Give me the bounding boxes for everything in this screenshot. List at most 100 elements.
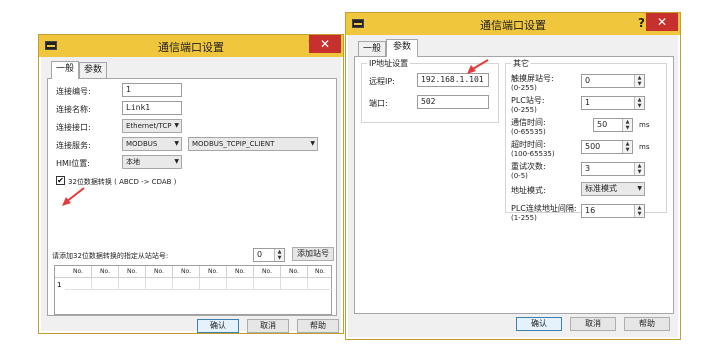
retries-range: (0-5) [511,172,528,180]
grid-cell[interactable] [227,278,254,290]
chevron-down-icon: ▼ [174,140,179,147]
timeout-label: 超时时间: (100-65535) [511,139,555,159]
comm-time-label: 通信时间: (0-65535) [511,117,546,137]
hmi-pos-select[interactable]: 本地 ▼ [122,155,182,169]
plc-interval-label: PLC连续地址间隔: (1-255) [511,203,577,223]
conn-name-field[interactable]: Link1 [122,101,182,115]
grid-cell[interactable] [173,278,200,290]
grid-cell[interactable] [92,278,119,290]
grid-cell[interactable] [200,278,227,290]
close-button[interactable]: ✕ [309,35,341,53]
spin-arrows-icon[interactable]: ▲ ▼ [622,141,632,153]
titlebar[interactable]: 通信端口设置 ? ✕ [39,35,343,57]
station-stepper[interactable]: 0 ▲ ▼ [253,248,285,262]
station-label: 请添加32位数据转换的指定从站站号: [52,252,169,260]
station-grid: No. No. No. No. No. No. No. No. No. No. … [54,265,332,315]
touch-station-text: 触摸屏站号: [511,74,554,83]
touch-station-label: 触摸屏站号: (0-255) [511,73,554,93]
tab-general[interactable]: 一般 [51,61,79,79]
tab-params[interactable]: 参数 [79,62,107,78]
ok-button[interactable]: 确认 [516,317,562,331]
plc-station-label: PLC站号: (0-255) [511,95,545,115]
grid-col-header: No. [146,266,173,278]
dialog-params: 通信端口设置 ? ✕ 一般 参数 IP地址设置 远程IP: 192.168.1.… [345,12,681,340]
plc-interval-range: (1-255) [511,214,537,222]
grid-cell[interactable] [254,278,281,290]
conn-no-field[interactable]: 1 [122,83,182,97]
conn-port-select[interactable]: Ethernet/TCP ▼ [122,119,182,133]
timeout-stepper[interactable]: 500 ▲ ▼ [581,140,633,154]
remote-ip-label: 远程IP: [369,77,395,86]
chevron-down-icon: ▼ [637,185,642,192]
close-button[interactable]: ✕ [646,13,678,31]
grid-cell[interactable] [281,278,308,290]
spin-arrows-icon[interactable]: ▲ ▼ [634,163,644,175]
grid-col-header: No. [281,266,308,278]
comm-time-unit: ms [639,121,650,129]
tab-params[interactable]: 参数 [386,39,418,57]
ip-settings-title: IP地址设置 [367,58,411,69]
conn-service-value: MODBUS [126,140,158,148]
help-button[interactable]: 帮助 [297,319,339,333]
retries-stepper[interactable]: 3 ▲ ▼ [581,162,645,176]
plc-station-value: 1 [585,98,591,107]
grid-col-header: No. [254,266,281,278]
conn-service-select[interactable]: MODBUS ▼ [122,137,182,151]
tab-general[interactable]: 一般 [358,41,386,57]
spin-arrows-icon[interactable]: ▲ ▼ [634,97,644,109]
help-icon[interactable]: ? [638,16,645,30]
grid-col-header: No. [315,268,325,275]
retries-label: 重试次数: (0-5) [511,161,546,181]
timeout-text: 超时时间: [511,140,546,149]
spin-arrows-icon[interactable]: ▲ ▼ [634,205,644,217]
grid-cell[interactable] [65,278,92,290]
spin-arrows-icon[interactable]: ▲ ▼ [622,119,632,131]
port-field[interactable]: 502 [417,95,489,109]
ok-button[interactable]: 确认 [197,319,239,333]
timeout-unit: ms [639,143,650,151]
port-label: 端口: [369,99,388,108]
dialog-body: 一般 参数 IP地址设置 远程IP: 192.168.1.101 端口: 502… [348,35,678,337]
add-station-button[interactable]: 添加站号 [292,247,334,261]
grid-col-header: No. [227,266,254,278]
grid-cell[interactable] [119,278,146,290]
grid-col-header: No. [173,266,200,278]
addr-mode-select[interactable]: 标准模式 ▼ [581,182,645,196]
addr-mode-value: 标准模式 [585,184,617,193]
plc-station-range: (0-255) [511,106,537,114]
titlebar[interactable]: 通信端口设置 ? ✕ [346,13,680,35]
grid-col-header: No. [200,266,227,278]
comm-time-stepper[interactable]: 50 ▲ ▼ [593,118,633,132]
timeout-value: 500 [585,142,601,151]
spin-arrows-icon[interactable]: ▲ ▼ [274,249,284,261]
chevron-down-icon: ▼ [310,140,315,147]
window-title: 通信端口设置 [158,41,224,54]
comm-time-value: 50 [597,120,608,129]
comm-time-range: (0-65535) [511,128,546,136]
tab-panel: IP地址设置 远程IP: 192.168.1.101 端口: 502 其它 触摸… [354,56,674,314]
touch-station-stepper[interactable]: 0 ▲ ▼ [581,74,645,88]
addr-mode-label: 地址模式: [511,186,546,195]
conn-name-label: 连接名称: [56,105,91,114]
data-convert-checkbox[interactable]: ✔ [56,176,65,185]
plc-interval-stepper[interactable]: 16 ▲ ▼ [581,204,645,218]
grid-cell[interactable] [146,278,173,290]
plc-station-stepper[interactable]: 1 ▲ ▼ [581,96,645,110]
window-title: 通信端口设置 [480,19,546,32]
hmi-pos-label: HMI位置: [56,159,90,168]
touch-station-value: 0 [585,76,591,85]
chevron-down-icon: ▼ [174,122,179,129]
help-button[interactable]: 帮助 [624,317,670,331]
cancel-button[interactable]: 取消 [247,319,289,333]
cancel-button[interactable]: 取消 [570,317,616,331]
grid-cell[interactable] [308,278,332,290]
plc-interval-value: 16 [585,206,596,215]
spin-arrows-icon[interactable]: ▲ ▼ [634,75,644,87]
other-title: 其它 [511,58,531,69]
conn-service-select-2[interactable]: MODBUS_TCPIP_CLIENT ▼ [188,137,318,151]
chevron-down-icon: ▼ [174,158,179,165]
conn-service-label: 连接服务: [56,141,91,150]
conn-service-value-2: MODBUS_TCPIP_CLIENT [192,140,275,148]
plc-interval-text: PLC连续地址间隔: [511,204,577,213]
touch-station-range: (0-255) [511,84,537,92]
